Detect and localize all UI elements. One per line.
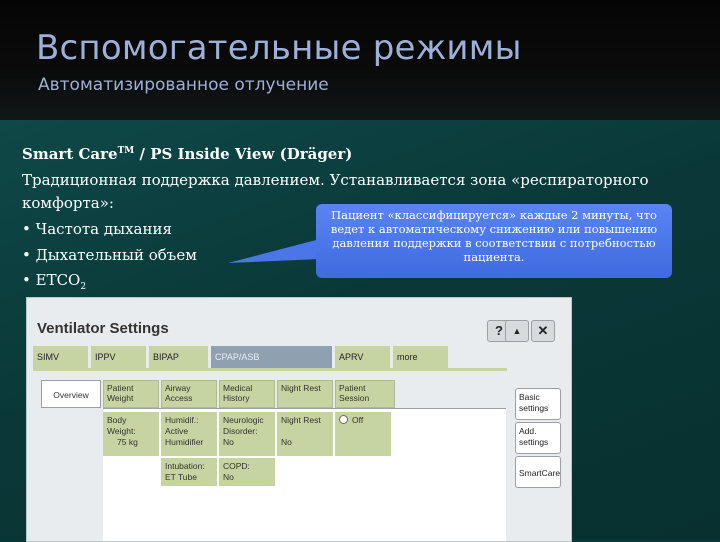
add-settings-button[interactable]: Add. settings xyxy=(515,422,561,454)
copd-value: No xyxy=(223,472,234,482)
body-weight-cell: Body Weight: 75 kg xyxy=(103,412,159,456)
neurologic-disorder-value: No xyxy=(223,437,234,447)
patient-session-cell[interactable]: Off xyxy=(335,412,391,456)
tab-cpap-asb[interactable]: CPAP/ASB xyxy=(211,346,333,368)
body-weight-value: 75 kg xyxy=(117,437,138,447)
mode-strip xyxy=(33,368,507,371)
bullet-etco2: • ETCO2 xyxy=(22,271,87,292)
tab-night-rest[interactable]: Night Rest xyxy=(277,380,333,408)
humidifier-label: Humidif.: xyxy=(165,415,199,425)
basic-settings-button[interactable]: Basic settings xyxy=(515,388,561,420)
copd-cell: COPD: No xyxy=(219,458,275,486)
bullet-respiratory-rate: • Частота дыхания xyxy=(22,220,172,238)
humidifier-cell: Humidif.: Active Humidifier xyxy=(161,412,217,456)
tab-ippv[interactable]: IPPV xyxy=(91,346,147,368)
tab-overview[interactable]: Overview xyxy=(41,380,101,408)
slide-subtitle: Автоматизированное отлучение xyxy=(38,75,329,95)
intubation-label: Intubation: xyxy=(165,461,205,471)
neurologic-disorder-cell: Neurologic Disorder: No xyxy=(219,412,275,456)
radio-icon[interactable] xyxy=(339,415,348,424)
intubation-cell: Intubation: ET Tube xyxy=(161,458,217,486)
callout-box: Пациент «классифицируется» каждые 2 мину… xyxy=(316,204,672,278)
slide-title: Вспомогательные режимы xyxy=(36,28,522,68)
description-line-2: комфорта»: xyxy=(22,194,114,212)
smartcare-button[interactable]: SmartCare xyxy=(515,456,561,488)
ventilator-settings-window: Ventilator Settings ? ▲ ✕ SIMV IPPV BIPA… xyxy=(26,297,572,542)
tab-bipap[interactable]: BIPAP xyxy=(149,346,209,368)
tab-more[interactable]: more xyxy=(393,346,449,368)
neurologic-disorder-label: Neurologic Disorder: xyxy=(223,415,264,436)
tab-patient-session[interactable]: Patient Session xyxy=(335,380,395,408)
tab-medical-history[interactable]: Medical History xyxy=(219,380,275,408)
copd-label: COPD: xyxy=(223,461,250,471)
callout-pointer xyxy=(228,239,320,263)
bullet-tidal-volume: • Дыхательный объем xyxy=(22,246,197,264)
description-line-1: Традиционная поддержка давлением. Устана… xyxy=(22,171,649,189)
tab-aprv[interactable]: APRV xyxy=(335,346,391,368)
humidifier-value: Active Humidifier xyxy=(165,426,204,447)
window-title: Ventilator Settings xyxy=(37,320,169,337)
night-rest-label: Night Rest xyxy=(281,415,321,425)
up-arrow-icon[interactable]: ▲ xyxy=(505,320,529,342)
patient-session-value: Off xyxy=(352,415,364,425)
night-rest-cell: Night Rest No xyxy=(277,412,333,456)
overview-content: Body Weight: 75 kg Humidif.: Active Humi… xyxy=(103,408,506,541)
body-weight-label: Body Weight: xyxy=(107,415,136,436)
tab-patient-weight[interactable]: Patient Weight xyxy=(103,380,159,408)
night-rest-value: No xyxy=(281,437,292,447)
close-icon[interactable]: ✕ xyxy=(531,320,555,342)
tab-airway-access[interactable]: Airway Access xyxy=(161,380,217,408)
intubation-value: ET Tube xyxy=(165,472,197,482)
tab-simv[interactable]: SIMV xyxy=(33,346,89,368)
section-heading: Smart CareTM / PS Inside View (Dräger) xyxy=(22,145,353,163)
